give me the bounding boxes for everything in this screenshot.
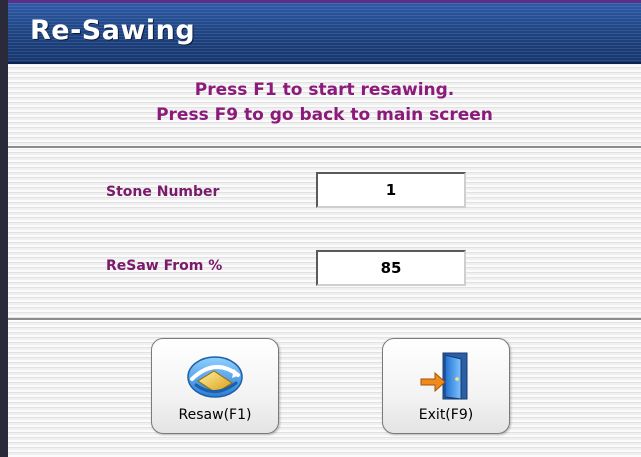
- stone-number-input[interactable]: 1: [316, 172, 466, 208]
- window-left-edge: [0, 0, 8, 457]
- resaw-from-label: ReSaw From %: [106, 258, 223, 274]
- title-bar: Re-Sawing: [8, 0, 641, 64]
- divider-bottom: [8, 318, 641, 321]
- resaw-icon: [187, 356, 243, 398]
- resaw-from-input[interactable]: 85: [316, 250, 466, 286]
- exit-button[interactable]: Exit(F9): [382, 338, 510, 434]
- exit-door-icon: [420, 352, 468, 400]
- window-title: Re-Sawing: [30, 15, 196, 46]
- resaw-button[interactable]: Resaw(F1): [151, 338, 279, 434]
- resawing-window: Re-Sawing Press F1 to start resawing. Pr…: [0, 0, 641, 457]
- instruction-line-1: Press F1 to start resawing.: [194, 80, 455, 100]
- divider-top: [8, 146, 641, 149]
- resaw-button-label: Resaw(F1): [178, 407, 252, 423]
- instructions-panel: Press F1 to start resawing. Press F9 to …: [8, 78, 641, 128]
- stone-number-label: Stone Number: [106, 184, 220, 200]
- instruction-line-2: Press F9 to go back to main screen: [156, 105, 493, 125]
- exit-button-label: Exit(F9): [418, 407, 474, 423]
